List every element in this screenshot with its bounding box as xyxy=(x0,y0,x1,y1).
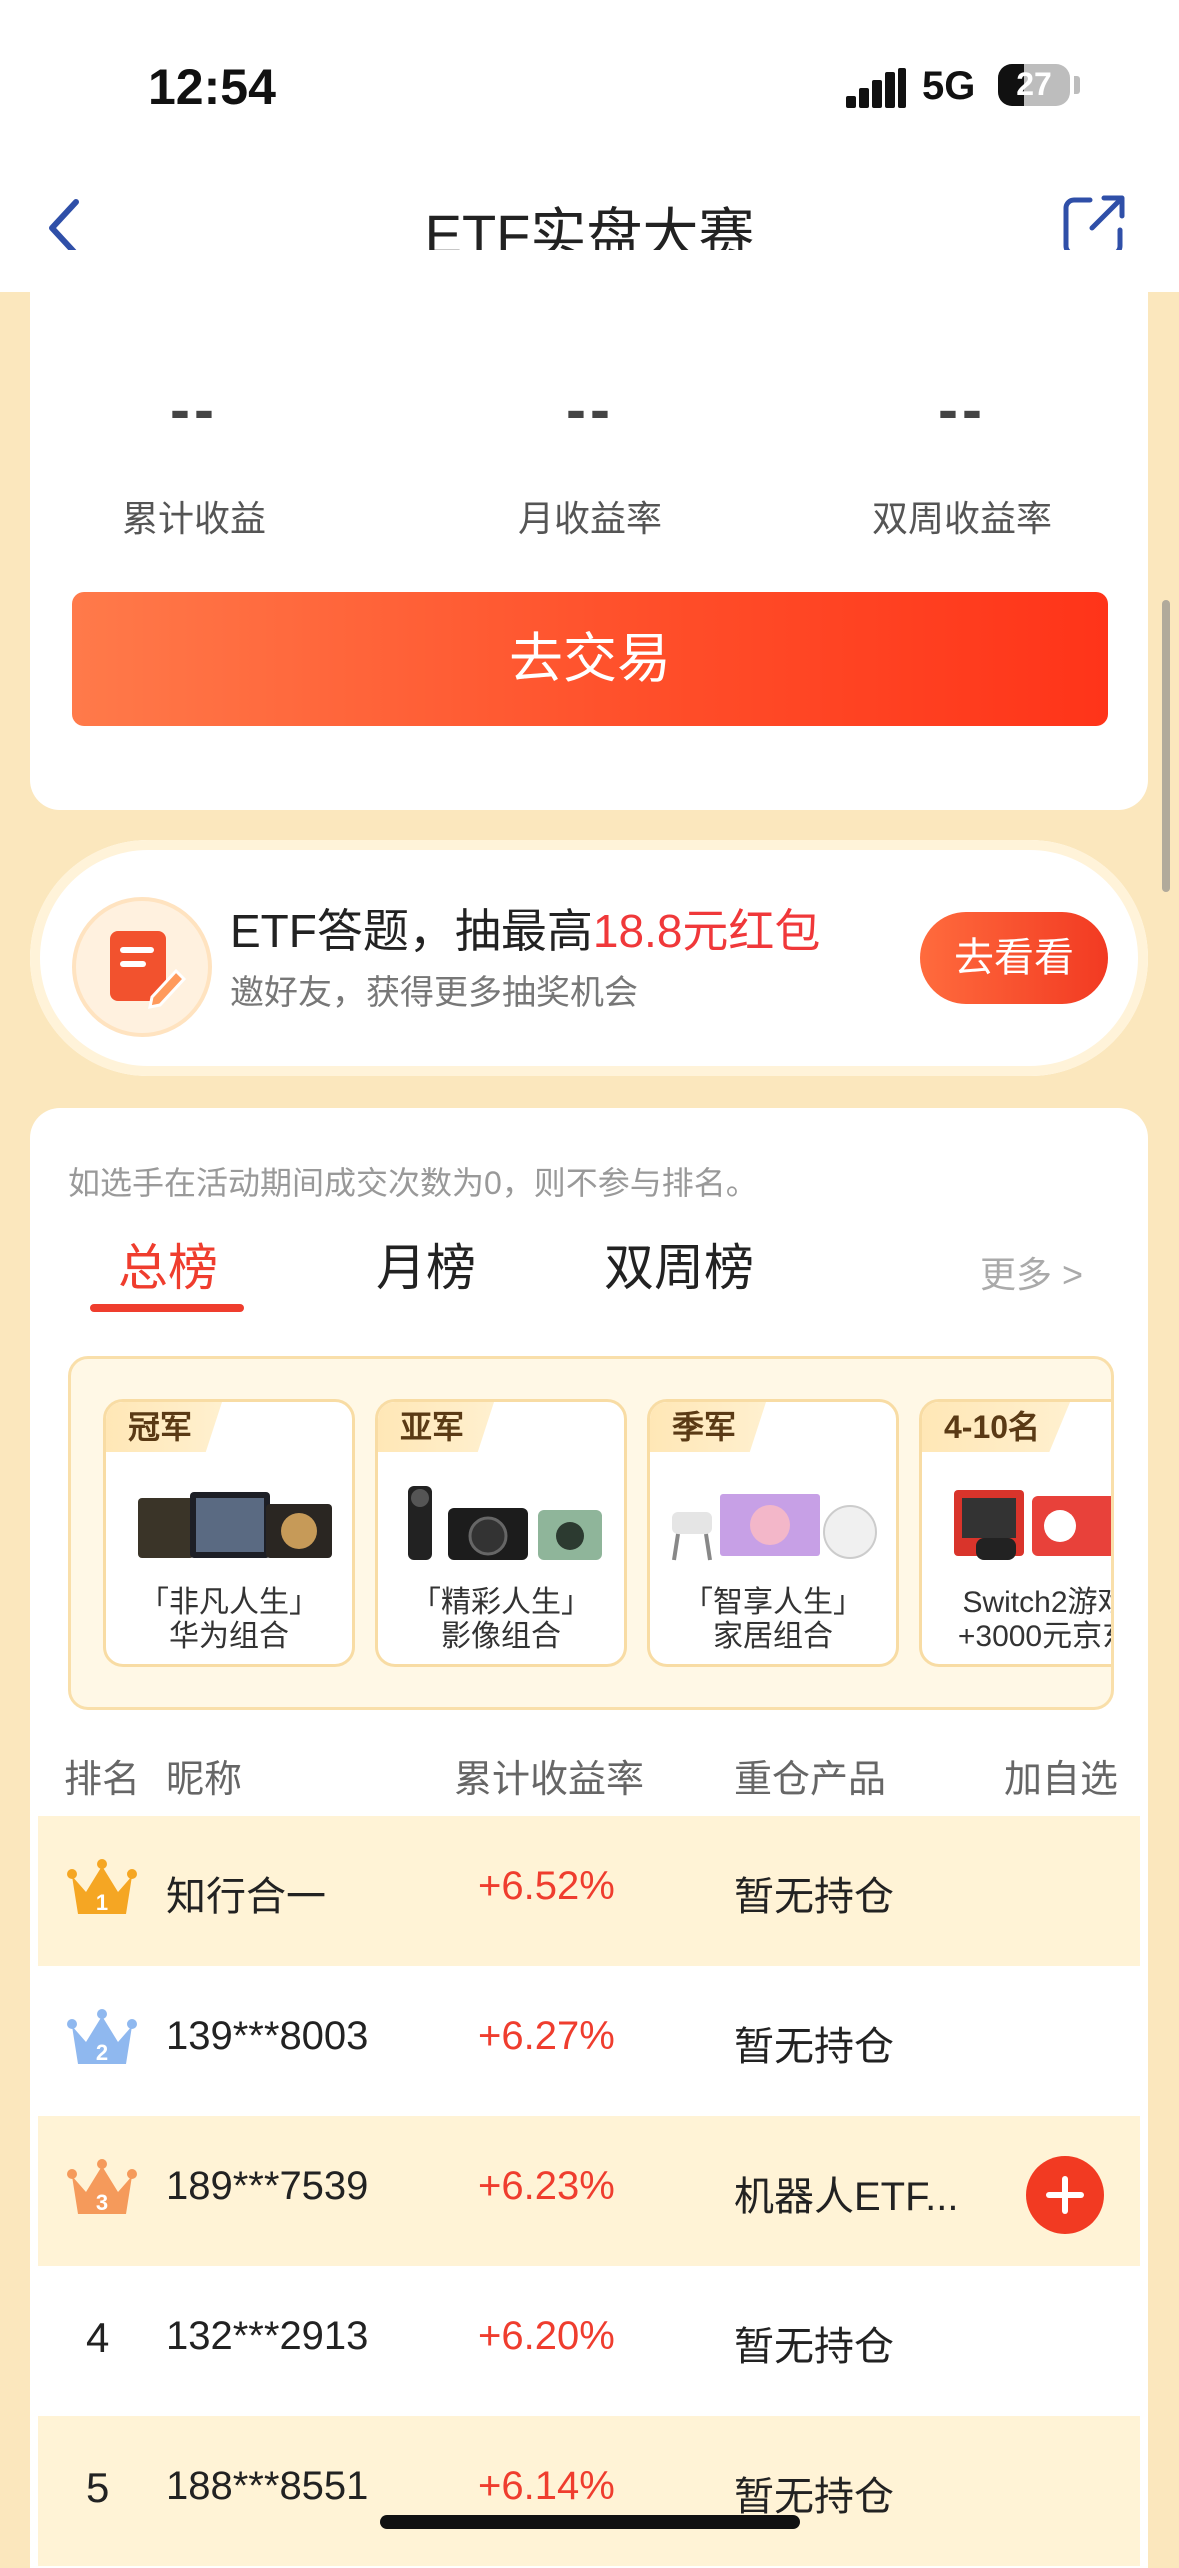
prize-tag: 冠军 xyxy=(106,1402,223,1452)
smart-home-image xyxy=(672,1494,877,1561)
stat-value: -- xyxy=(938,376,986,443)
huawei-devices-image xyxy=(138,1492,332,1558)
col-rank: 排名 xyxy=(64,1759,141,1801)
row-rank: 5 xyxy=(86,2464,110,2511)
stat-biweekly: -- 双周收益率 xyxy=(812,380,1112,542)
prize-caption: 「非凡人生」 华为组合 xyxy=(106,1586,352,1654)
svg-text:3: 3 xyxy=(96,2190,108,2215)
row-return: +6.14% xyxy=(478,2464,615,2508)
home-indicator[interactable] xyxy=(380,2515,800,2529)
col-holding: 重仓产品 xyxy=(734,1759,887,1801)
row-holding: 暂无持仓 xyxy=(734,2025,894,2069)
prize-caption: 「精彩人生」 影像组合 xyxy=(378,1586,624,1654)
table-row[interactable]: 1 知行合一 +6.52% 暂无持仓 xyxy=(38,1816,1140,1966)
gold-crown-icon: 1 xyxy=(67,1859,137,1915)
prize-line2: 家居组合 xyxy=(713,1620,833,1653)
prize-line1: 「精彩人生」 xyxy=(411,1586,591,1619)
trade-button[interactable]: 去交易 xyxy=(72,592,1108,726)
ranking-notice: 如选手在活动期间成交次数为0，则不参与排名。 xyxy=(68,1165,758,1201)
row-nickname: 132***2913 xyxy=(166,2314,369,2358)
col-return: 累计收益率 xyxy=(454,1759,645,1801)
row-rank: 4 xyxy=(86,2314,110,2361)
scrollbar[interactable] xyxy=(1162,600,1170,892)
promo-title-prefix: ETF答题，抽最高 xyxy=(230,905,593,957)
table-row[interactable]: 4 132***2913 +6.20% 暂无持仓 xyxy=(38,2266,1140,2416)
row-holding: 暂无持仓 xyxy=(734,2475,894,2519)
promo-title: ETF答题，抽最高18.8元红包 xyxy=(230,895,820,961)
row-return: +6.20% xyxy=(478,2314,615,2358)
table-row[interactable]: 5 188***8551 +6.14% 暂无持仓 xyxy=(38,2416,1140,2566)
row-nickname: 189***7539 xyxy=(166,2164,369,2208)
more-link[interactable]: 更多 > xyxy=(980,1246,1083,1298)
row-nickname: 知行合一 xyxy=(166,1875,326,1919)
active-tab-indicator xyxy=(90,1304,244,1312)
svg-text:2: 2 xyxy=(96,2040,108,2065)
prize-card-third[interactable]: 季军 「智享人生」 家居组合 xyxy=(647,1399,899,1667)
prize-caption: Switch2游戏+3000元京东 xyxy=(922,1586,1114,1654)
stat-monthly: -- 月收益率 xyxy=(440,380,740,542)
row-return: +6.23% xyxy=(478,2164,615,2208)
promo-subtitle: 邀好友，获得更多抽奖机会 xyxy=(230,974,638,1012)
prize-tag: 亚军 xyxy=(378,1402,495,1452)
prize-tag: 季军 xyxy=(650,1402,767,1452)
prize-line2: +3000元京东 xyxy=(957,1620,1111,1653)
clipboard-edit-icon xyxy=(72,897,212,1037)
battery-icon: 27 xyxy=(998,64,1070,106)
prize-line1: 「非凡人生」 xyxy=(139,1586,319,1619)
prize-caption: 「智享人生」 家居组合 xyxy=(650,1586,896,1654)
bronze-crown-icon: 3 xyxy=(67,2159,137,2215)
prize-line1: 「智享人生」 xyxy=(683,1586,863,1619)
stat-cumulative: -- 累计收益 xyxy=(44,380,344,542)
battery-level: 27 xyxy=(1016,66,1052,102)
tab-biweekly[interactable]: 双周榜 xyxy=(604,1228,754,1300)
tab-monthly[interactable]: 月榜 xyxy=(376,1228,476,1300)
network-label: 5G xyxy=(922,64,976,108)
promo-button[interactable]: 去看看 xyxy=(920,912,1108,1004)
svg-text:1: 1 xyxy=(96,1890,108,1915)
prize-card-champion[interactable]: 冠军 「非凡人生」 华为组合 xyxy=(103,1399,355,1667)
signal-icon xyxy=(846,68,906,108)
silver-crown-icon: 2 xyxy=(67,2009,137,2065)
prize-line2: 华为组合 xyxy=(169,1620,289,1653)
stat-value: -- xyxy=(170,376,218,443)
prize-tag: 4-10名 xyxy=(922,1402,1071,1452)
switch-console-image xyxy=(954,1490,1111,1560)
prize-line2: 影像组合 xyxy=(441,1620,561,1653)
tab-overall[interactable]: 总榜 xyxy=(118,1228,218,1300)
prize-card-4-10[interactable]: 4-10名 Switch2游戏+3000元京东 xyxy=(919,1399,1114,1667)
status-time: 12:54 xyxy=(148,59,276,115)
row-nickname: 188***8551 xyxy=(166,2464,369,2508)
stat-label: 月收益率 xyxy=(517,498,662,539)
row-holding: 暂无持仓 xyxy=(734,2325,894,2369)
prize-card-runner-up[interactable]: 亚军 「精彩人生」 影像组合 xyxy=(375,1399,627,1667)
row-holding: 机器人ETF... xyxy=(734,2175,959,2219)
camera-set-image xyxy=(408,1486,602,1560)
stat-label: 双周收益率 xyxy=(871,498,1052,539)
row-return: +6.27% xyxy=(478,2014,615,2058)
prize-carousel[interactable]: 冠军 「非凡人生」 华为组合 亚军 「精彩人生」 影像组合 季军 「智享人生」 … xyxy=(68,1356,1114,1710)
add-watchlist-button[interactable] xyxy=(1026,2156,1104,2234)
prize-line1: Switch2游戏 xyxy=(962,1586,1114,1619)
col-nickname: 昵称 xyxy=(166,1759,243,1801)
row-nickname: 139***8003 xyxy=(166,2014,369,2058)
table-row[interactable]: 3 189***7539 +6.23% 机器人ETF... xyxy=(38,2116,1140,2266)
battery-cap xyxy=(1074,76,1080,94)
promo-title-highlight: 18.8元红包 xyxy=(592,905,821,957)
table-row[interactable]: 2 139***8003 +6.27% 暂无持仓 xyxy=(38,1966,1140,2116)
col-add-watchlist: 加自选 xyxy=(1004,1759,1119,1801)
stat-value: -- xyxy=(566,376,614,443)
stat-label: 累计收益 xyxy=(121,498,266,539)
row-holding: 暂无持仓 xyxy=(734,1875,894,1919)
row-return: +6.52% xyxy=(478,1864,615,1908)
